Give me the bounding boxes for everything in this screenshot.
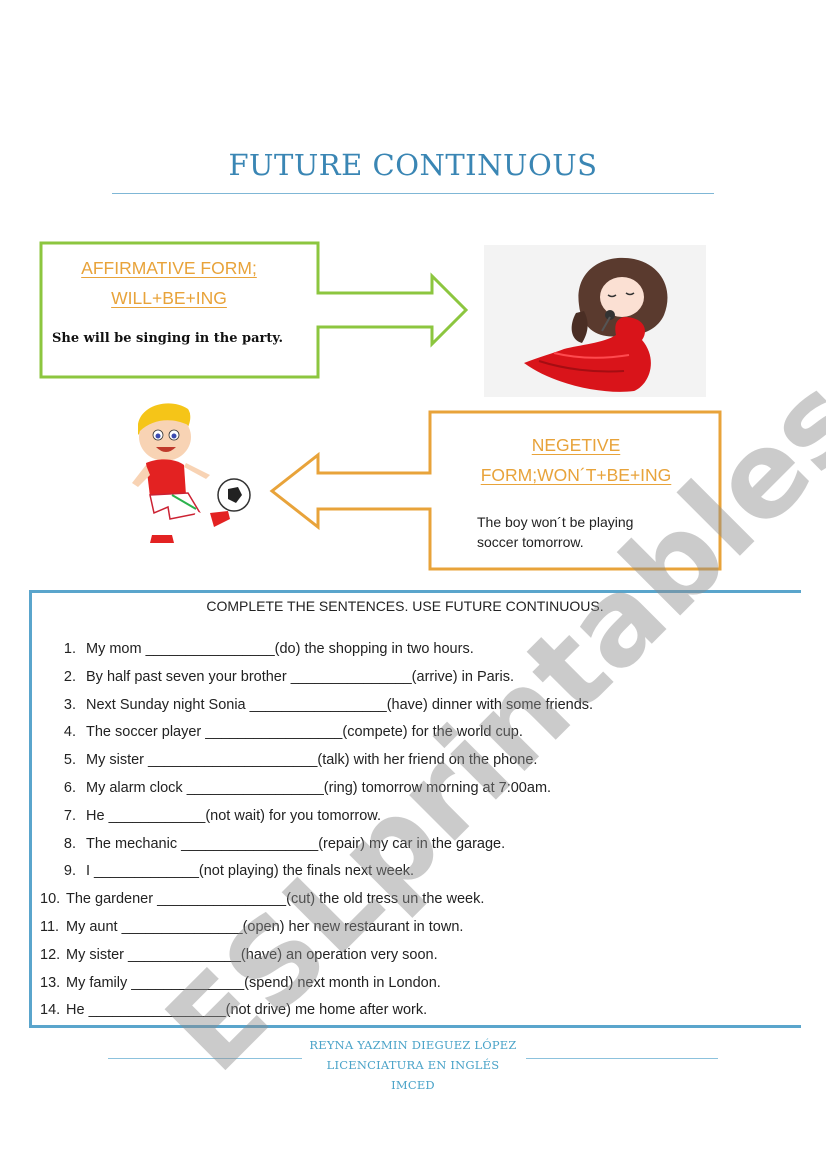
exercise-item-number: 14. xyxy=(40,1002,61,1019)
exercise-item: 10. The gardener ________________(cut) th… xyxy=(40,886,780,914)
exercise-item-number: 7. xyxy=(63,807,76,824)
boy-soccer-image xyxy=(110,395,270,555)
girl-singer-illustration xyxy=(524,257,668,392)
exercise-item-text: By half past seven your brother ________… xyxy=(86,668,515,685)
exercise-item-text: My mom ________________(do) the shopping… xyxy=(86,641,474,657)
title-underline xyxy=(112,193,714,194)
exercise-item: 8. The mechanic _________________(repair)… xyxy=(40,831,780,859)
exercise-item-text: The gardener ________________(cut) the o… xyxy=(66,891,485,908)
exercise-item-text: Next Sunday night Sonia ________________… xyxy=(86,696,594,713)
exercise-item-number: 6. xyxy=(63,779,76,796)
exercise-item-text: My sister _____________________(talk) wi… xyxy=(86,752,538,769)
exercise-item-text: My sister ______________(have) an operat… xyxy=(66,946,438,963)
footer-degree: LICENCIATURA EN INGLÉS xyxy=(326,1058,500,1072)
exercise-item-text: The mechanic _________________(repair) m… xyxy=(86,835,506,852)
negative-example-line1: The boy won´t be playing xyxy=(477,514,634,530)
exercise-item-number: 10. xyxy=(40,891,61,908)
footer-institution: IMCED xyxy=(391,1078,435,1092)
exercise-item-text: The soccer player _________________(comp… xyxy=(86,724,523,741)
exercise-item-text: I _____________(not playing) the finals … xyxy=(86,863,415,880)
negative-heading-line1: NEGETIVE xyxy=(531,435,621,455)
exercise-item-text: My family ______________(spend) next mon… xyxy=(66,974,441,991)
exercise-item: 11. My aunt _______________(open) her new… xyxy=(40,914,780,942)
negative-heading-line2: FORM;WON´T+BE+ING xyxy=(480,465,672,485)
exercise-item: 5. My sister _____________________(talk) … xyxy=(40,747,780,775)
exercise-item-number: 4. xyxy=(63,724,76,741)
exercise-item-number: 12. xyxy=(40,946,61,963)
exercise-instruction: COMPLETE THE SENTENCES. USE FUTURE CONTI… xyxy=(206,598,604,614)
exercise-list: 1. My mom ________________(do) the shoppi… xyxy=(40,636,780,1025)
boy-soccer-illustration xyxy=(132,403,251,543)
exercise-item: 9. I _____________(not playing) the final… xyxy=(40,858,780,886)
exercise-item-number: 8. xyxy=(63,835,76,852)
exercise-item-text: He ____________(not wait) for you tomorr… xyxy=(86,807,382,824)
exercise-item-number: 5. xyxy=(63,752,76,769)
exercise-item: 14. He _________________(not drive) me ho… xyxy=(40,997,780,1025)
affirmative-example: She will be singing in the party. xyxy=(52,331,283,346)
exercise-item: 3. Next Sunday night Sonia ______________… xyxy=(40,692,780,720)
exercise-item: 13. My family ______________(spend) next … xyxy=(40,970,780,998)
page-title: FUTURE CONTINUOUS xyxy=(228,148,598,182)
exercise-item-number: 3. xyxy=(63,696,76,713)
negative-example-line2: soccer tomorrow. xyxy=(477,534,584,550)
exercise-item-text: He _________________(not drive) me home … xyxy=(66,1002,428,1019)
exercise-item: 6. My alarm clock _________________(ring)… xyxy=(40,775,780,803)
exercise-item-number: 11. xyxy=(40,918,60,935)
exercise-item-number: 1. xyxy=(63,641,76,657)
exercise-item-number: 9. xyxy=(63,863,76,880)
footer-author: REYNA YAZMIN DIEGUEZ LÓPEZ xyxy=(309,1038,517,1052)
exercise-item: 2. By half past seven your brother ______… xyxy=(40,664,780,692)
exercise-item: 12. My sister ______________(have) an ope… xyxy=(40,942,780,970)
negative-heading: NEGETIVE FORM;WON´T+BE+ING xyxy=(432,430,720,490)
affirmative-heading-line2: WILL+BE+ING xyxy=(111,288,227,308)
exercise-item-number: 13. xyxy=(40,974,61,991)
affirmative-heading-line1: AFFIRMATIVE FORM; xyxy=(81,258,257,278)
exercise-item-text: My alarm clock _________________(ring) t… xyxy=(86,779,552,796)
exercise-item: 1. My mom ________________(do) the shoppi… xyxy=(40,636,780,664)
girl-singing-image xyxy=(484,245,706,397)
negative-example: The boy won´t be playing soccer tomorrow… xyxy=(477,512,633,552)
exercise-item: 4. The soccer player _________________(co… xyxy=(40,719,780,747)
exercise-item-text: My aunt _______________(open) her new re… xyxy=(66,918,464,935)
affirmative-heading: AFFIRMATIVE FORM; WILL+BE+ING xyxy=(44,253,294,313)
exercise-item-number: 2. xyxy=(63,668,76,685)
exercise-item: 7. He ____________(not wait) for you tomo… xyxy=(40,803,780,831)
